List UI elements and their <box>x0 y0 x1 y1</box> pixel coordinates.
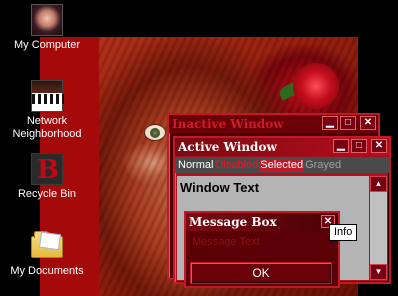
piano-keys-icon <box>31 80 64 112</box>
recycle-bin-icon: B <box>31 153 63 185</box>
desktop-icon-my-documents[interactable]: My Documents <box>2 228 92 278</box>
close-button[interactable]: ✕ <box>371 139 387 153</box>
portrait-icon <box>31 4 63 36</box>
vertical-scrollbar[interactable]: ▲ ▼ <box>370 176 387 280</box>
inactive-window-title: Inactive Window <box>172 117 284 131</box>
desktop-icon-label: Recycle Bin <box>17 188 77 200</box>
window-controls: ▁ □ ✕ <box>333 139 387 153</box>
window-controls: ▁ □ ✕ <box>322 116 376 130</box>
menu-item-disabled: Disabled <box>215 159 259 171</box>
ok-button[interactable]: OK <box>190 262 332 284</box>
menu-bar: Normal Disabled Selected Grayed <box>175 156 389 173</box>
desktop-icon-network-neighborhood[interactable]: Network Neighborhood <box>2 80 92 141</box>
message-box-title: Message Box <box>189 215 277 229</box>
rose-icon <box>293 63 339 109</box>
desktop-icon-label: My Documents <box>10 265 84 277</box>
maximize-button[interactable]: □ <box>340 116 356 130</box>
menu-item-normal[interactable]: Normal <box>177 159 214 171</box>
tooltip: Info <box>329 224 358 241</box>
folder-icon <box>31 231 63 258</box>
active-window-title: Active Window <box>178 140 277 154</box>
message-box-titlebar[interactable]: Message Box ✕ <box>186 213 338 231</box>
close-button[interactable]: ✕ <box>360 116 376 130</box>
menu-item-grayed: Grayed <box>305 159 342 171</box>
active-window-titlebar[interactable]: Active Window ▁ □ ✕ <box>175 138 389 156</box>
maximize-button[interactable]: □ <box>351 139 367 153</box>
inactive-window-titlebar[interactable]: Inactive Window ▁ □ ✕ <box>169 115 378 133</box>
eye-icon <box>144 124 166 141</box>
message-box[interactable]: Message Box ✕ Message Text OK <box>184 211 340 288</box>
desktop-icon-label: My Computer <box>13 39 81 51</box>
message-text: Message Text <box>192 236 260 248</box>
minimize-button[interactable]: ▁ <box>322 116 338 130</box>
desktop-icon-recycle-bin[interactable]: B Recycle Bin <box>2 153 92 201</box>
window-text: Window Text <box>180 180 260 195</box>
menu-item-selected[interactable]: Selected <box>259 159 305 171</box>
desktop-icon-label: Network Neighborhood <box>12 115 82 140</box>
desktop-icon-my-computer[interactable]: My Computer <box>2 4 92 52</box>
scroll-down-button[interactable]: ▼ <box>370 264 387 280</box>
scroll-up-button[interactable]: ▲ <box>370 176 387 192</box>
recycle-bin-glyph: B <box>37 155 59 185</box>
minimize-button[interactable]: ▁ <box>333 139 349 153</box>
